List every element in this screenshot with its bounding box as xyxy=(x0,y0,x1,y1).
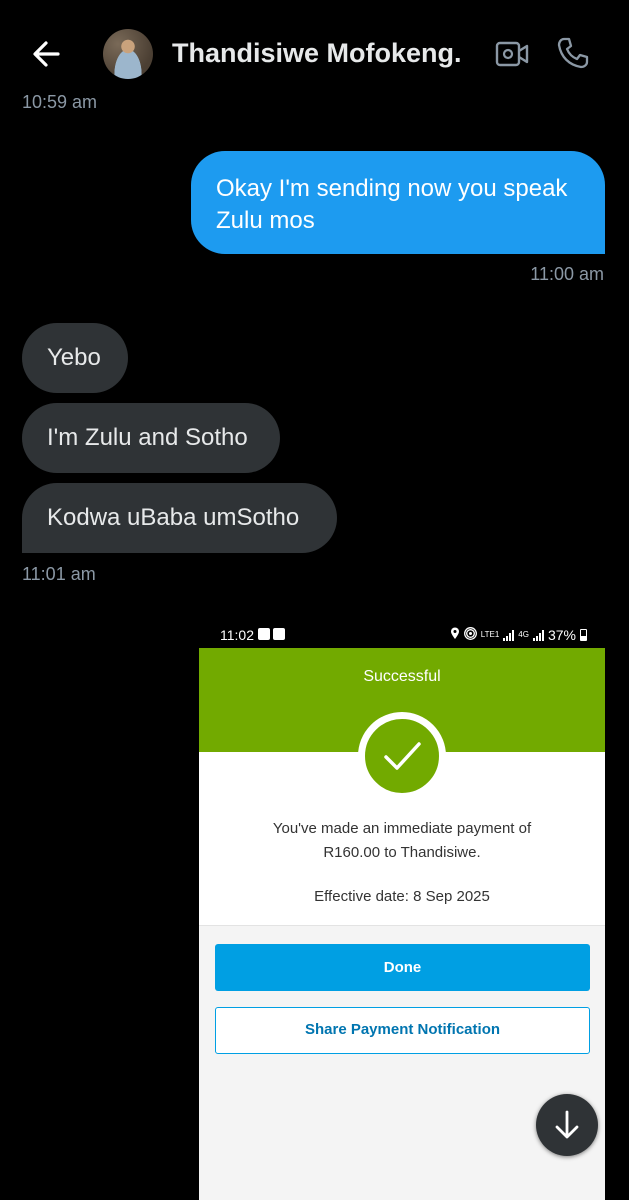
message-timestamp: 11:01 am xyxy=(22,564,96,584)
network-label: LTE1 xyxy=(480,630,500,639)
phone-status-bar: 11:02 LTE1 4G 37% xyxy=(199,621,605,649)
scroll-down-button[interactable] xyxy=(536,1094,598,1156)
back-arrow-icon[interactable] xyxy=(28,36,68,72)
incoming-message[interactable]: Yebo xyxy=(22,323,128,393)
hotspot-icon xyxy=(463,627,477,643)
incoming-message[interactable]: I'm Zulu and Sotho xyxy=(22,403,280,473)
message-timestamp: 11:00 am xyxy=(530,264,604,284)
network-type: 4G xyxy=(518,630,529,639)
signal-icon xyxy=(532,629,544,641)
incoming-message[interactable]: Kodwa uBaba umSotho xyxy=(22,483,337,553)
avatar[interactable] xyxy=(103,29,153,79)
chat-header: Thandisiwe Mofokeng. xyxy=(0,0,629,100)
gallery-icon xyxy=(273,628,285,640)
location-icon xyxy=(450,627,460,643)
status-time: 11:02 xyxy=(220,627,254,643)
notification-icons xyxy=(258,628,285,640)
effective-date: Effective date: 8 Sep 2025 xyxy=(314,888,490,905)
battery-icon xyxy=(580,629,587,641)
status-title: Successful xyxy=(363,668,441,685)
checkmark-icon xyxy=(358,712,446,800)
contact-name[interactable]: Thandisiwe Mofokeng. xyxy=(172,38,462,69)
battery-percentage: 37% xyxy=(547,627,576,643)
signal-icon xyxy=(503,629,515,641)
message-timestamp: 10:59 am xyxy=(22,92,98,112)
done-button[interactable]: Done xyxy=(215,944,590,991)
status-indicators: LTE1 4G 37% xyxy=(450,627,587,643)
payment-message: You've made an immediate payment of R160… xyxy=(272,820,532,861)
phone-icon[interactable] xyxy=(556,36,590,70)
share-payment-notification-button[interactable]: Share Payment Notification xyxy=(215,1007,590,1054)
outgoing-message[interactable]: Okay I'm sending now you speak Zulu mos xyxy=(191,151,605,254)
video-call-icon[interactable] xyxy=(494,38,530,70)
app-notification-icon xyxy=(258,628,270,640)
